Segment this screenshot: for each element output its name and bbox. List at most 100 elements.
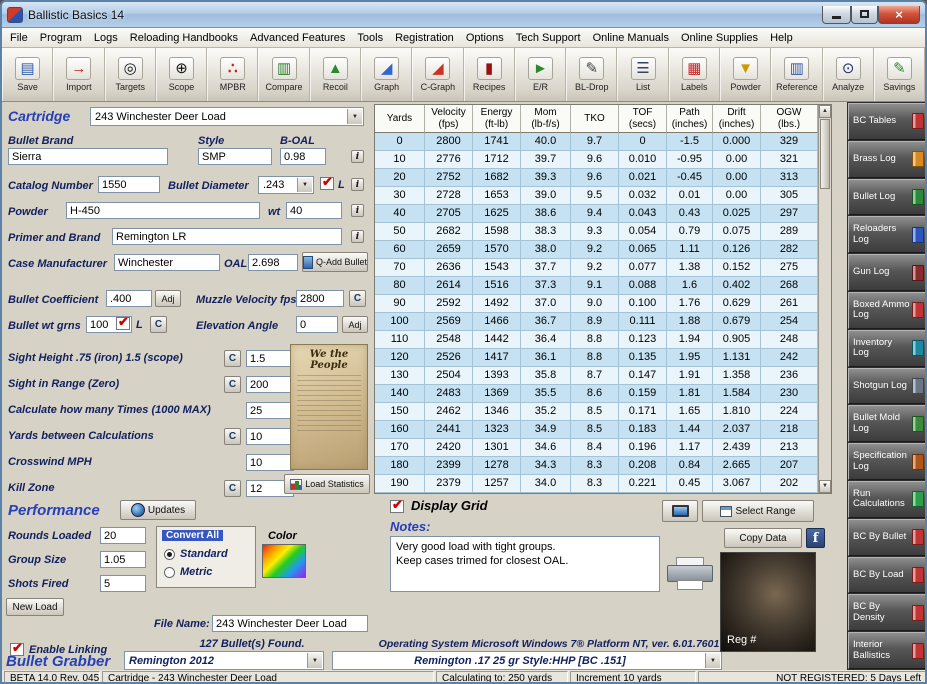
menu-item[interactable]: Logs: [88, 30, 124, 46]
table-header-cell[interactable]: Path (inches): [667, 105, 713, 133]
menu-item[interactable]: Tech Support: [510, 30, 587, 46]
screen-view-button[interactable]: [662, 500, 698, 522]
toolbar-button[interactable]: E/R: [515, 48, 566, 101]
sidebar-button[interactable]: Gun Log: [848, 254, 927, 291]
style-field[interactable]: [198, 148, 272, 165]
table-header-cell[interactable]: Yards: [375, 105, 425, 133]
toolbar-button[interactable]: Labels: [669, 48, 720, 101]
grabber-brand-dropdown[interactable]: Remington 2012 ▼: [124, 651, 324, 670]
sidebar-button[interactable]: BC By Bullet: [848, 519, 927, 556]
table-header-cell[interactable]: TKO: [571, 105, 619, 133]
toolbar-button[interactable]: Save: [2, 48, 53, 101]
toolbar-button[interactable]: C-Graph: [412, 48, 463, 101]
table-row[interactable]: 150 2462 1346 35.2 8.5 0.171 1.65 1.810 …: [375, 403, 818, 421]
sidebar-button[interactable]: Shotgun Log: [848, 368, 927, 405]
catalog-number-field[interactable]: [98, 176, 160, 193]
table-row[interactable]: 120 2526 1417 36.1 8.8 0.135 1.95 1.131 …: [375, 349, 818, 367]
notes-textarea[interactable]: Very good load with tight groups. Keep c…: [390, 536, 660, 592]
scroll-up-icon[interactable]: ▲: [819, 105, 831, 118]
menu-item[interactable]: Tools: [351, 30, 389, 46]
rounds-loaded-field[interactable]: [100, 527, 146, 544]
sight-height-field[interactable]: [246, 350, 294, 367]
copy-data-button[interactable]: Copy Data: [724, 528, 802, 548]
sidebar-button[interactable]: Brass Log: [848, 141, 927, 178]
bullet-wt-lock-checkbox[interactable]: [116, 317, 130, 330]
table-row[interactable]: 50 2682 1598 38.3 9.3 0.054 0.79 0.075 2…: [375, 223, 818, 241]
calc-velocity-button[interactable]: C: [349, 290, 366, 307]
updates-button[interactable]: Updates: [120, 500, 196, 520]
adjust-elevation-button[interactable]: Adj: [342, 316, 368, 333]
table-row[interactable]: 0 2800 1741 40.0 9.7 0 -1.5 0.000 329: [375, 133, 818, 151]
menu-item[interactable]: Options: [460, 30, 510, 46]
chevron-down-icon[interactable]: ▼: [307, 653, 322, 668]
calc-zero-button[interactable]: C: [224, 376, 241, 393]
sight-in-range-field[interactable]: [246, 376, 294, 393]
case-manufacturer-field[interactable]: [114, 254, 220, 271]
toolbar-button[interactable]: Reference: [771, 48, 822, 101]
menu-item[interactable]: Help: [764, 30, 799, 46]
toolbar-button[interactable]: Powder: [720, 48, 771, 101]
table-row[interactable]: 30 2728 1653 39.0 9.5 0.032 0.01 0.00 30…: [375, 187, 818, 205]
menu-item[interactable]: Reloading Handbooks: [124, 30, 244, 46]
sidebar-button[interactable]: BC By Density: [848, 594, 927, 631]
crosswind-field[interactable]: [246, 454, 294, 471]
toolbar-button[interactable]: BL-Drop: [566, 48, 617, 101]
sidebar-button[interactable]: Specification Log: [848, 443, 927, 480]
adjust-bc-button[interactable]: Adj: [155, 290, 181, 307]
select-range-button[interactable]: Select Range: [702, 500, 814, 522]
table-header-cell[interactable]: Velocity (fps): [425, 105, 473, 133]
print-button[interactable]: [666, 548, 714, 598]
table-row[interactable]: 100 2569 1466 36.7 8.9 0.111 1.88 0.679 …: [375, 313, 818, 331]
calc-weight-button[interactable]: C: [150, 316, 167, 333]
toolbar-button[interactable]: Scope: [156, 48, 207, 101]
toolbar-button[interactable]: Recoil: [310, 48, 361, 101]
calc-sight-height-button[interactable]: C: [224, 350, 241, 367]
table-header-cell[interactable]: TOF (secs): [619, 105, 667, 133]
metric-radio[interactable]: [164, 567, 175, 578]
muzzle-velocity-field[interactable]: [296, 290, 344, 307]
calc-yards-button[interactable]: C: [224, 428, 241, 445]
grabber-bullet-dropdown[interactable]: Remington .17 25 gr Style:HHP [BC .151] …: [332, 651, 722, 670]
oal-field[interactable]: [248, 254, 298, 271]
menu-item[interactable]: File: [4, 30, 34, 46]
menu-item[interactable]: Online Manuals: [587, 30, 675, 46]
table-row[interactable]: 140 2483 1369 35.5 8.6 0.159 1.81 1.584 …: [375, 385, 818, 403]
table-row[interactable]: 20 2752 1682 39.3 9.6 0.021 -0.45 0.00 3…: [375, 169, 818, 187]
menu-item[interactable]: Advanced Features: [244, 30, 351, 46]
chevron-down-icon[interactable]: ▼: [705, 653, 720, 668]
sidebar-button[interactable]: BC By Load: [848, 557, 927, 594]
toolbar-button[interactable]: Graph: [361, 48, 412, 101]
menu-item[interactable]: Program: [34, 30, 88, 46]
table-row[interactable]: 170 2420 1301 34.6 8.4 0.196 1.17 2.439 …: [375, 439, 818, 457]
elevation-field[interactable]: [296, 316, 338, 333]
menu-item[interactable]: Registration: [389, 30, 460, 46]
title-bar[interactable]: Ballistic Basics 14 ×: [2, 2, 925, 28]
table-scrollbar[interactable]: ▲ ▼: [818, 105, 831, 493]
file-name-field[interactable]: [212, 615, 368, 632]
table-row[interactable]: 60 2659 1570 38.0 9.2 0.065 1.11 0.126 2…: [375, 241, 818, 259]
table-row[interactable]: 130 2504 1393 35.8 8.7 0.147 1.91 1.358 …: [375, 367, 818, 385]
bullet-diameter-dropdown[interactable]: .243 ▼: [258, 176, 314, 194]
toolbar-button[interactable]: Targets: [105, 48, 156, 101]
sidebar-button[interactable]: Reloaders Log: [848, 216, 927, 253]
chevron-down-icon[interactable]: ▼: [347, 109, 362, 124]
registration-image[interactable]: Reg #: [720, 552, 816, 652]
table-header-cell[interactable]: Drift (inches): [713, 105, 761, 133]
toolbar-button[interactable]: Savings: [874, 48, 925, 101]
toolbar-button[interactable]: List: [617, 48, 668, 101]
sidebar-button[interactable]: Run Calculations: [848, 481, 927, 518]
info-button[interactable]: i: [351, 150, 364, 163]
table-row[interactable]: 190 2379 1257 34.0 8.3 0.221 0.45 3.067 …: [375, 475, 818, 493]
table-row[interactable]: 110 2548 1442 36.4 8.8 0.123 1.94 0.905 …: [375, 331, 818, 349]
cartridge-dropdown[interactable]: 243 Winchester Deer Load ▼: [90, 107, 364, 126]
b-oal-field[interactable]: [280, 148, 326, 165]
toolbar-button[interactable]: MPBR: [207, 48, 258, 101]
bullet-coefficient-field[interactable]: [106, 290, 152, 307]
sidebar-button[interactable]: Interior Ballistics: [848, 632, 927, 669]
group-size-field[interactable]: [100, 551, 146, 568]
display-grid-checkbox[interactable]: [390, 500, 404, 513]
facebook-button[interactable]: f: [806, 528, 825, 548]
calc-kill-zone-button[interactable]: C: [224, 480, 241, 497]
table-row[interactable]: 160 2441 1323 34.9 8.5 0.183 1.44 2.037 …: [375, 421, 818, 439]
table-row[interactable]: 10 2776 1712 39.7 9.6 0.010 -0.95 0.00 3…: [375, 151, 818, 169]
